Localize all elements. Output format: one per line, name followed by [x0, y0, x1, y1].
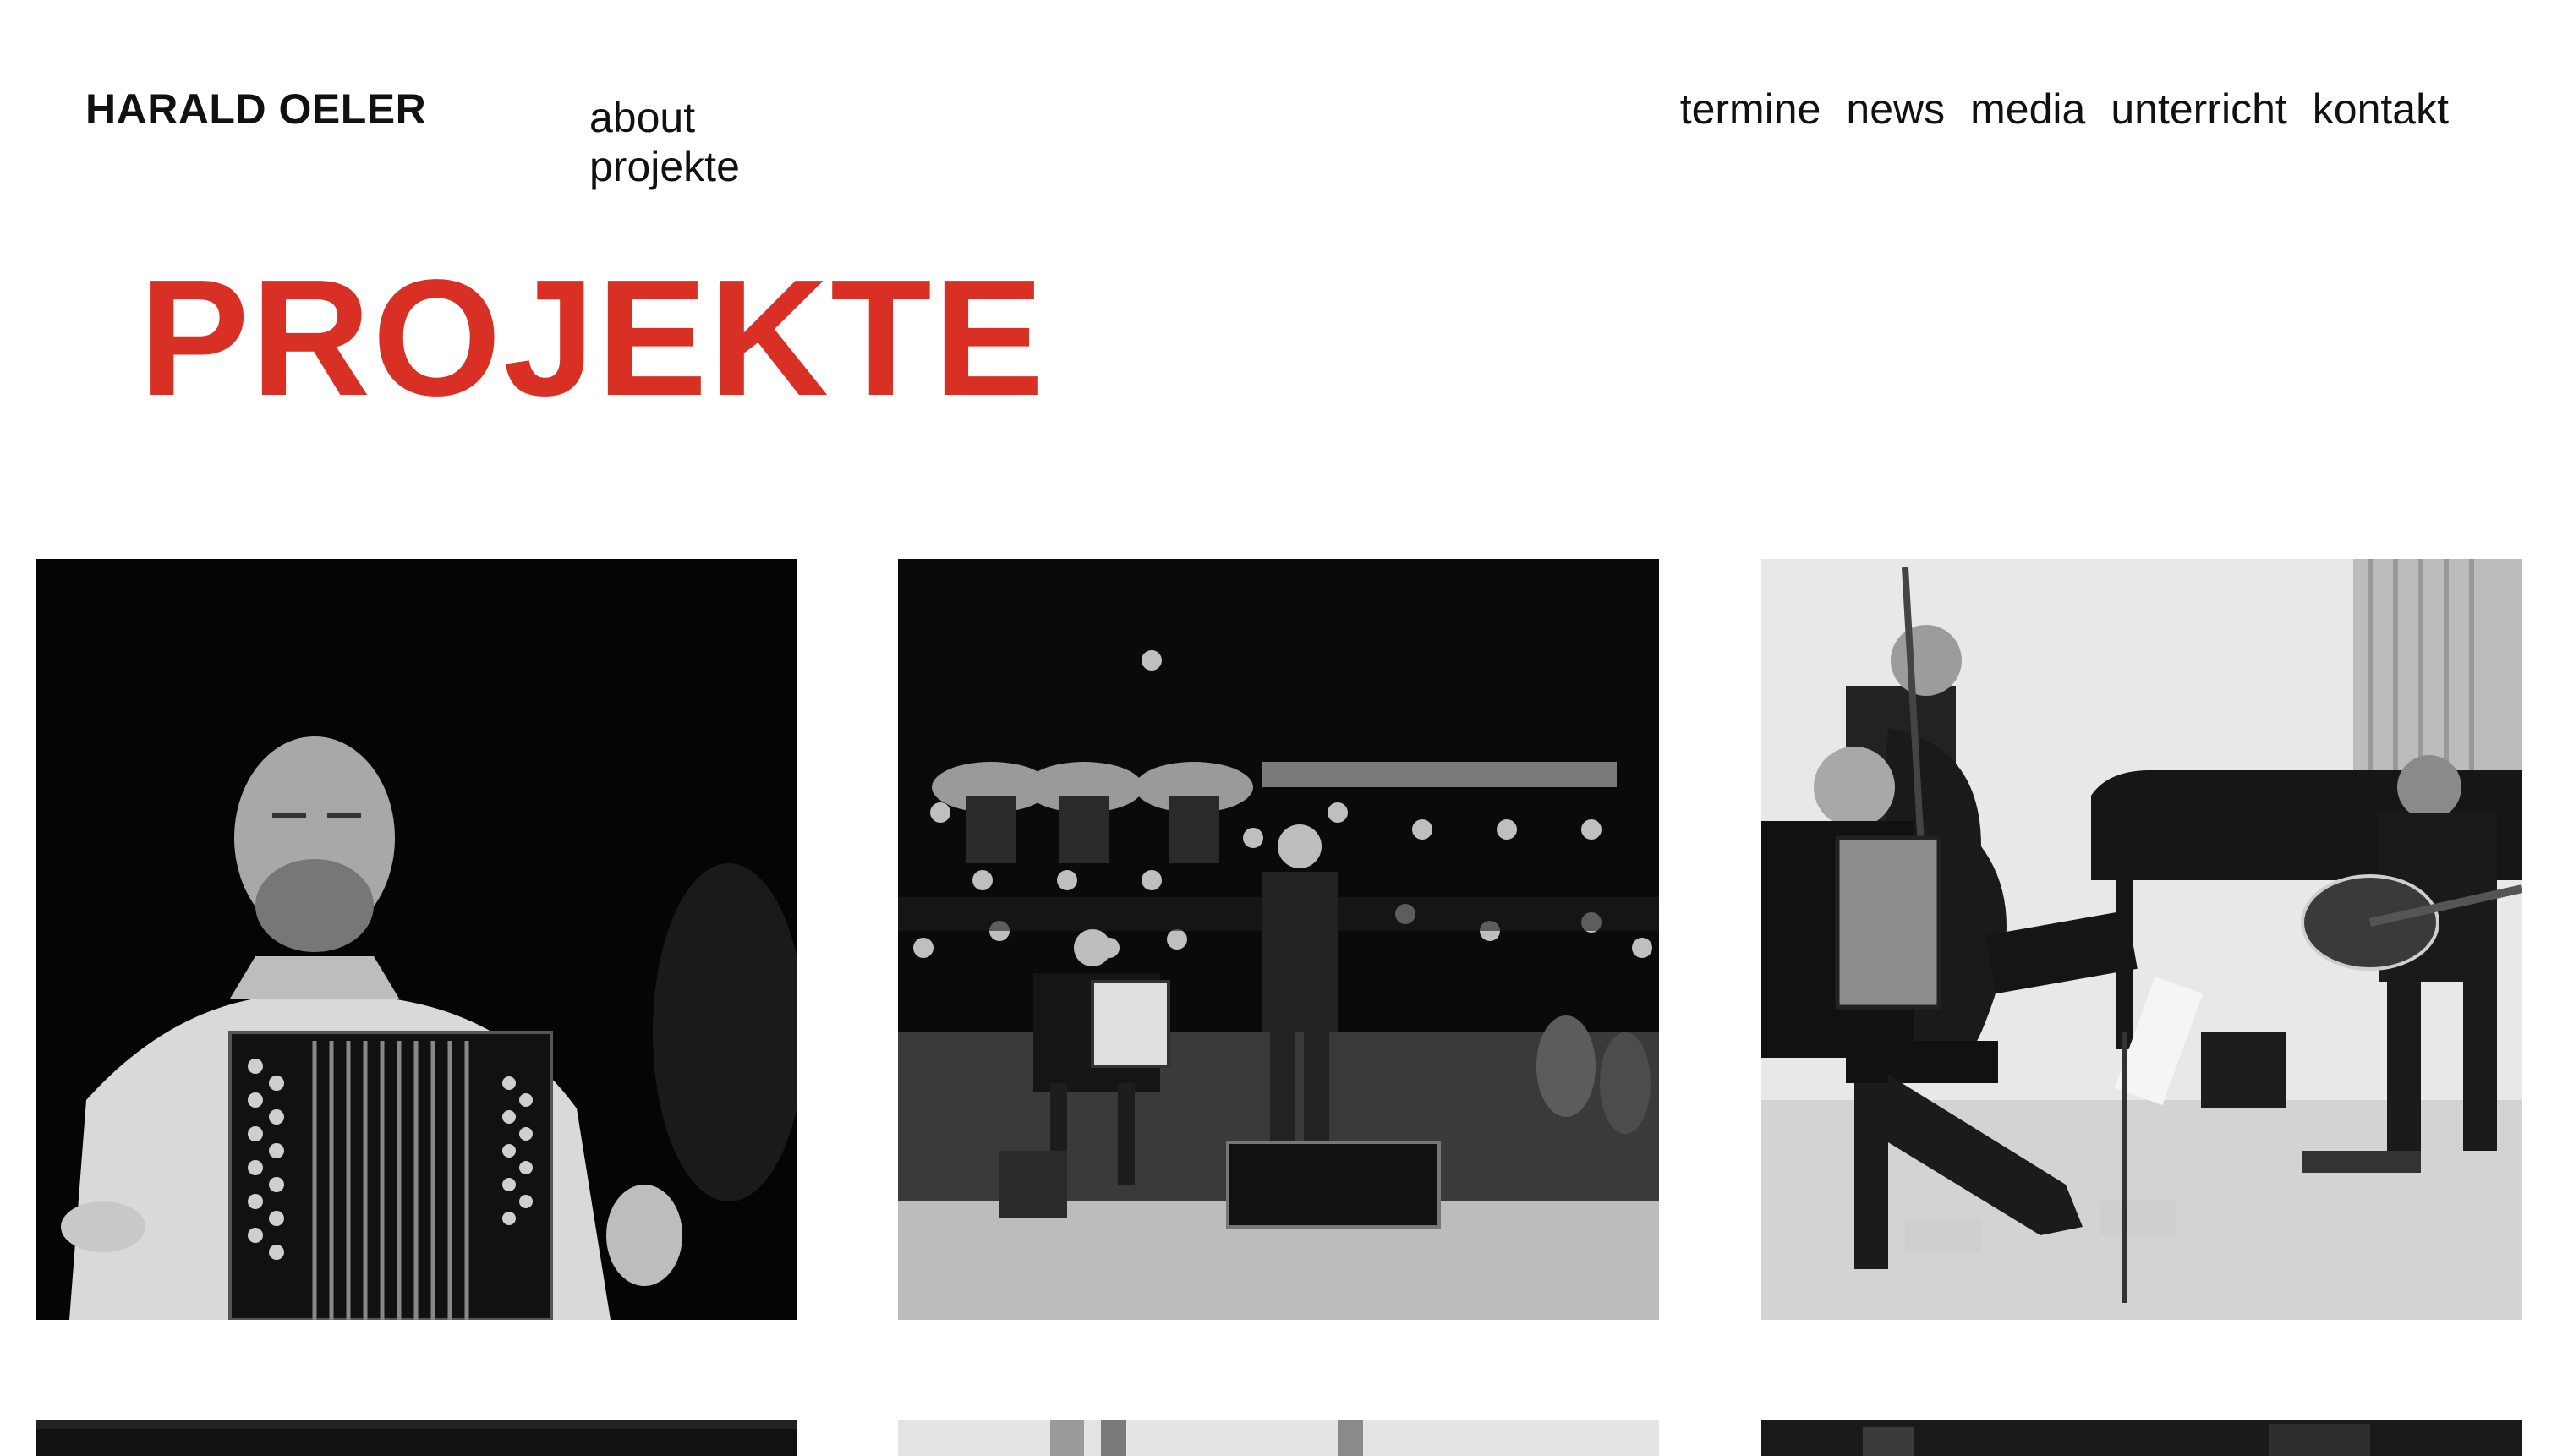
project-photo-6 [1761, 1420, 2522, 1456]
nav-link-media[interactable]: media [1970, 85, 2085, 134]
main-navigation: termine news media unterricht kontakt [1680, 85, 2449, 134]
page: HARALD OELER about projekte termine news… [0, 0, 2557, 1456]
orchestra-with-accordion-soloist-photo [898, 559, 1659, 1320]
project-tile-ensemble[interactable] [1761, 559, 2522, 1320]
nav-link-about[interactable]: about [589, 93, 740, 142]
accordion-player-portrait-photo [36, 559, 797, 1320]
project-tile-4[interactable] [36, 1420, 797, 1456]
nav-link-unterricht[interactable]: unterricht [2111, 85, 2286, 134]
project-tile-orchestra[interactable] [898, 559, 1659, 1320]
project-tile-accordion-portrait[interactable] [36, 559, 797, 1320]
project-tile-6[interactable] [1761, 1420, 2522, 1456]
nav-link-projekte[interactable]: projekte [589, 142, 740, 191]
project-tile-5[interactable] [898, 1420, 1659, 1456]
ensemble-accordion-bass-guitar-photo [1761, 559, 2522, 1320]
project-photo-5 [898, 1420, 1659, 1456]
sub-navigation: about projekte [589, 93, 740, 191]
page-title: PROJEKTE [139, 245, 1046, 430]
site-logo-link[interactable]: HARALD OELER [85, 85, 426, 134]
nav-link-termine[interactable]: termine [1680, 85, 1821, 134]
project-photo-4 [36, 1420, 797, 1456]
nav-link-news[interactable]: news [1846, 85, 1945, 134]
nav-link-kontakt[interactable]: kontakt [2313, 85, 2449, 134]
